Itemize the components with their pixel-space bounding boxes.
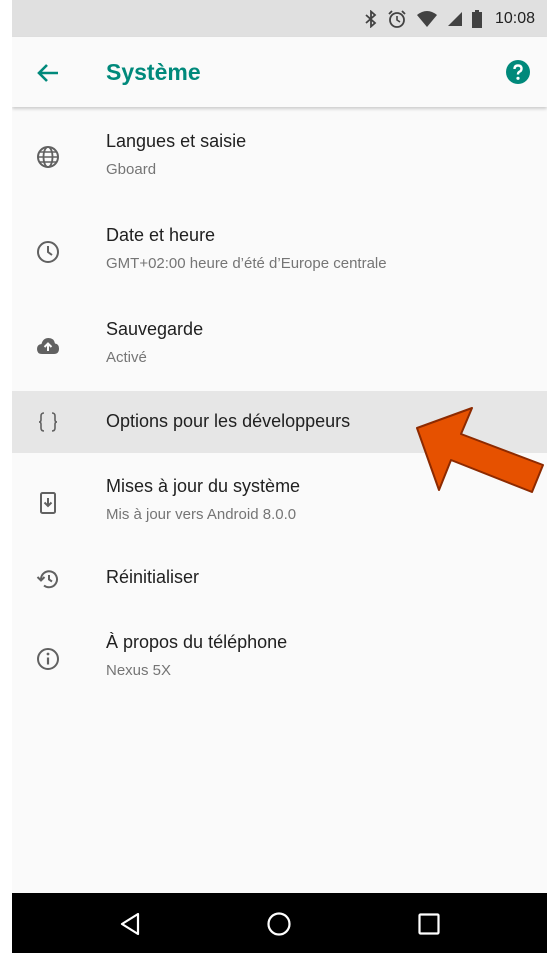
item-subtitle: Mis à jour vers Android 8.0.0 — [106, 506, 297, 523]
list-item-developpeurs[interactable]: Options pour les développeurs — [12, 391, 547, 453]
list-item-reinitialiser[interactable]: Réinitialiser — [12, 547, 547, 609]
item-subtitle: Activé — [106, 349, 147, 366]
signal-icon — [447, 11, 462, 26]
item-subtitle: Gboard — [106, 161, 157, 178]
help-icon[interactable] — [505, 59, 531, 85]
list-item-a-propos[interactable]: À propos du téléphone Nexus 5X — [12, 609, 547, 703]
clock-icon — [37, 241, 59, 263]
item-title: Sauvegarde — [106, 319, 204, 339]
globe-icon — [37, 146, 59, 168]
cloud-upload-icon — [37, 338, 59, 354]
list-item-mises-a-jour[interactable]: Mises à jour du système Mis à jour vers … — [12, 453, 547, 547]
braces-icon — [38, 412, 58, 432]
arrow-back-icon[interactable] — [34, 59, 62, 87]
list-item-sauvegarde[interactable]: Sauvegarde Activé — [12, 296, 547, 390]
battery-icon — [471, 9, 482, 28]
bluetooth-icon — [365, 9, 377, 28]
restore-icon — [36, 570, 58, 589]
list-item-langues[interactable]: Langues et saisie Gboard — [12, 108, 547, 202]
item-title: Options pour les développeurs — [106, 411, 351, 431]
back-triangle-icon[interactable] — [118, 911, 144, 937]
item-subtitle: Nexus 5X — [106, 662, 172, 679]
system-update-icon — [40, 492, 56, 514]
page-title: Système — [106, 59, 201, 85]
item-title: Date et heure — [106, 225, 216, 245]
item-subtitle: GMT+02:00 heure d’été d’Europe centrale — [106, 255, 387, 272]
home-circle-icon[interactable] — [266, 911, 292, 937]
app-bar: Système — [12, 37, 547, 107]
recents-square-icon[interactable] — [416, 911, 442, 937]
item-title: À propos du téléphone — [106, 632, 288, 652]
status-time: 10:08 — [494, 9, 535, 27]
status-icons: 10:08 — [364, 0, 535, 37]
item-title: Réinitialiser — [106, 567, 200, 587]
item-title: Langues et saisie — [106, 131, 247, 151]
list-item-date[interactable]: Date et heure GMT+02:00 heure d’été d’Eu… — [12, 202, 547, 296]
alarm-icon — [388, 9, 406, 28]
item-title: Mises à jour du système — [106, 476, 301, 496]
wifi-icon — [416, 10, 437, 27]
phone-screen: 10:08 Système Langues et saisie Gboard D… — [12, 0, 547, 953]
status-bar: 10:08 — [12, 0, 547, 37]
info-icon — [37, 648, 59, 670]
navigation-bar — [12, 893, 547, 953]
